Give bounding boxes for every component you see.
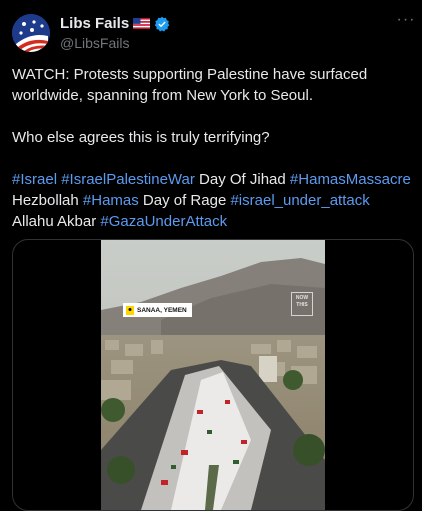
hashtag-link[interactable]: #Hamas: [83, 192, 139, 209]
tweet-paragraph-2: Who else agrees this is truly terrifying…: [12, 129, 270, 146]
tweet-paragraph-1: WATCH: Protests supporting Palestine hav…: [12, 66, 368, 104]
hashtag-link[interactable]: #IsraelPalestineWar: [61, 171, 195, 188]
hashtag-link[interactable]: #GazaUnderAttack: [100, 213, 227, 230]
verified-badge-icon[interactable]: [154, 16, 170, 32]
tweet-card: Libs Fails @LibsFails ··· WATCH: Protest…: [0, 0, 422, 511]
tweet-hashtags: #Israel #IsraelPalestineWar Day Of Jihad…: [12, 169, 412, 232]
hashtag-link[interactable]: #HamasMassacre: [290, 171, 411, 188]
location-pin-icon: [126, 305, 134, 315]
author-name-row[interactable]: Libs Fails: [60, 15, 170, 32]
media-container[interactable]: SANAA, YEMEN NOW THIS: [12, 239, 414, 511]
more-options-button[interactable]: ···: [396, 12, 416, 30]
plain-text: Hezbollah: [12, 192, 83, 209]
nowthis-watermark: NOW THIS: [291, 292, 313, 316]
location-label: SANAA, YEMEN: [137, 306, 187, 314]
us-flag-icon: [133, 18, 151, 29]
plain-text: Allahu Akbar: [12, 213, 101, 230]
plain-text: Day Of Jihad: [194, 171, 290, 188]
hashtag-link[interactable]: #Israel: [12, 171, 57, 188]
us-flag-avatar-icon: [12, 14, 50, 52]
display-name[interactable]: Libs Fails: [60, 15, 129, 32]
author-handle[interactable]: @LibsFails: [60, 35, 129, 51]
hashtag-link[interactable]: #israel_under_attack: [230, 192, 369, 209]
avatar[interactable]: [12, 14, 50, 52]
location-tag: SANAA, YEMEN: [123, 303, 192, 317]
tweet-text: WATCH: Protests supporting Palestine hav…: [12, 64, 412, 232]
protest-video-thumbnail: [101, 240, 325, 510]
video-player[interactable]: SANAA, YEMEN NOW THIS: [101, 240, 325, 510]
plain-text: Day of Rage: [138, 192, 231, 209]
